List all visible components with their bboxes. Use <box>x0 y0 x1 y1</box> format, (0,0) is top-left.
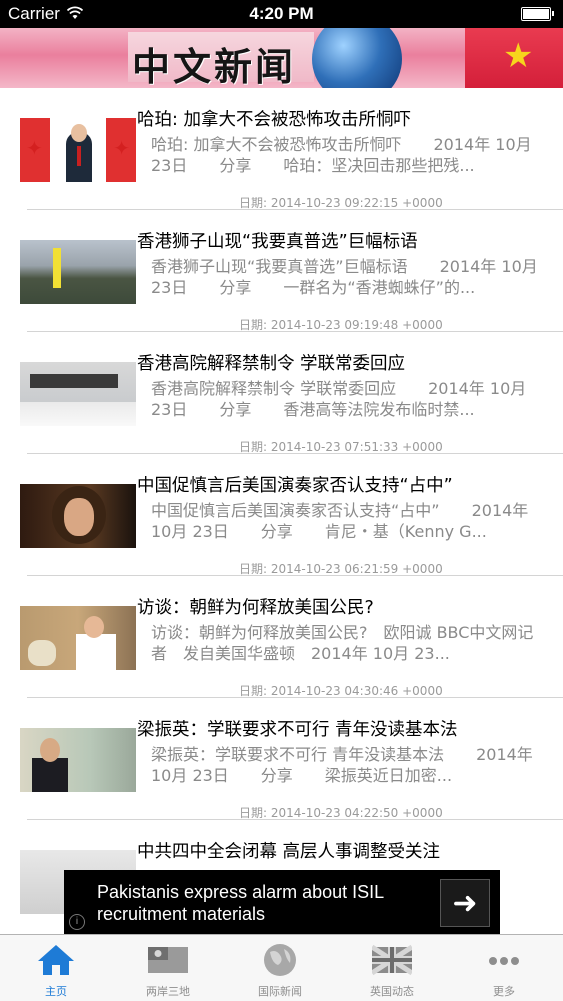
news-title: 哈珀: 加拿大不会被恐怖攻击所恫吓 <box>137 110 411 130</box>
tab-label: 两岸三地 <box>146 985 190 998</box>
more-icon <box>489 957 519 965</box>
news-thumbnail <box>20 484 136 548</box>
news-summary: 中国促慎言后美国演奏家否认支持“占中” 2014年 10月 23日 分享 肯尼・… <box>151 501 529 541</box>
news-thumbnail <box>20 728 136 792</box>
tab-label: 主页 <box>45 985 67 998</box>
status-time: 4:20 PM <box>249 4 314 23</box>
news-title: 梁振英：学联要求不可行 青年没读基本法 <box>137 720 458 740</box>
taiwan-flag-icon <box>148 947 188 973</box>
globe-icon <box>264 944 296 976</box>
battery-icon <box>521 7 554 21</box>
news-thumbnail <box>20 362 136 426</box>
news-summary: 香港狮子山现“我要真普选”巨幅标语 2014年 10月 23日 分享 一群名为“… <box>151 257 538 297</box>
tab-cross-strait[interactable]: 两岸三地 <box>112 935 224 1001</box>
news-thumbnail <box>20 240 136 304</box>
uk-flag-icon <box>372 944 412 976</box>
tab-uk[interactable]: 英国动态 <box>336 935 448 1001</box>
tab-more[interactable]: 更多 <box>448 935 560 1001</box>
info-icon[interactable]: i <box>69 914 85 930</box>
news-item[interactable]: 中国促慎言后美国演奏家否认支持“占中” 中国促慎言后美国演奏家否认支持“占中” … <box>0 454 563 576</box>
news-item[interactable]: ✦ ✦ 哈珀: 加拿大不会被恐怖攻击所恫吓 哈珀: 加拿大不会被恐怖攻击所恫吓 2… <box>0 88 563 210</box>
globe-icon <box>312 28 402 88</box>
news-thumbnail: ✦ ✦ <box>20 118 136 182</box>
home-icon <box>38 945 74 975</box>
news-title: 中国促慎言后美国演奏家否认支持“占中” <box>137 476 453 496</box>
news-thumbnail <box>20 606 136 670</box>
china-flag-icon: ★ <box>465 28 563 88</box>
news-summary: 香港高院解释禁制令 学联常委回应 2014年 10月 23日 分享 香港高等法院… <box>151 379 527 419</box>
ad-text: Pakistanis express alarm about ISIL recr… <box>97 882 384 924</box>
news-list: ✦ ✦ 哈珀: 加拿大不会被恐怖攻击所恫吓 哈珀: 加拿大不会被恐怖攻击所恫吓 2… <box>0 88 563 942</box>
news-summary: 访谈：朝鲜为何释放美国公民? 欧阳诚 BBC中文网记者 发自美国华盛顿 2014… <box>151 623 534 663</box>
news-title: 访谈：朝鲜为何释放美国公民? <box>137 598 374 618</box>
ad-banner[interactable]: Pakistanis express alarm about ISIL recr… <box>64 870 500 934</box>
status-bar: Carrier 4:20 PM <box>0 0 563 28</box>
app-header: 中文新闻 ★ <box>0 28 563 88</box>
app-title: 中文新闻 <box>132 44 297 88</box>
news-title: 中共四中全会闭幕 高层人事调整受关注 <box>137 842 441 862</box>
tab-international[interactable]: 国际新闻 <box>224 935 336 1001</box>
tab-label: 更多 <box>493 985 515 998</box>
news-item[interactable]: 访谈：朝鲜为何释放美国公民? 访谈：朝鲜为何释放美国公民? 欧阳诚 BBC中文网… <box>0 576 563 698</box>
news-title: 香港高院解释禁制令 学联常委回应 <box>137 354 406 374</box>
news-summary: 梁振英：学联要求不可行 青年没读基本法 2014年 10月 23日 分享 梁振英… <box>151 745 533 785</box>
news-summary: 哈珀: 加拿大不会被恐怖攻击所恫吓 2014年 10月 23日 分享 哈珀：坚决… <box>151 135 532 175</box>
tab-label: 国际新闻 <box>258 985 302 998</box>
news-item[interactable]: 香港狮子山现“我要真普选”巨幅标语 香港狮子山现“我要真普选”巨幅标语 2014… <box>0 210 563 332</box>
news-item[interactable]: 梁振英：学联要求不可行 青年没读基本法 梁振英：学联要求不可行 青年没读基本法 … <box>0 698 563 820</box>
tab-bar: 主页 两岸三地 国际新闻 英国动态 更多 <box>0 934 563 1001</box>
tab-home[interactable]: 主页 <box>0 935 112 1001</box>
news-title: 香港狮子山现“我要真普选”巨幅标语 <box>137 232 418 252</box>
news-item[interactable]: 香港高院解释禁制令 学联常委回应 香港高院解释禁制令 学联常委回应 2014年 … <box>0 332 563 454</box>
tab-label: 英国动态 <box>370 985 414 998</box>
arrow-right-icon[interactable]: ➜ <box>440 879 490 927</box>
